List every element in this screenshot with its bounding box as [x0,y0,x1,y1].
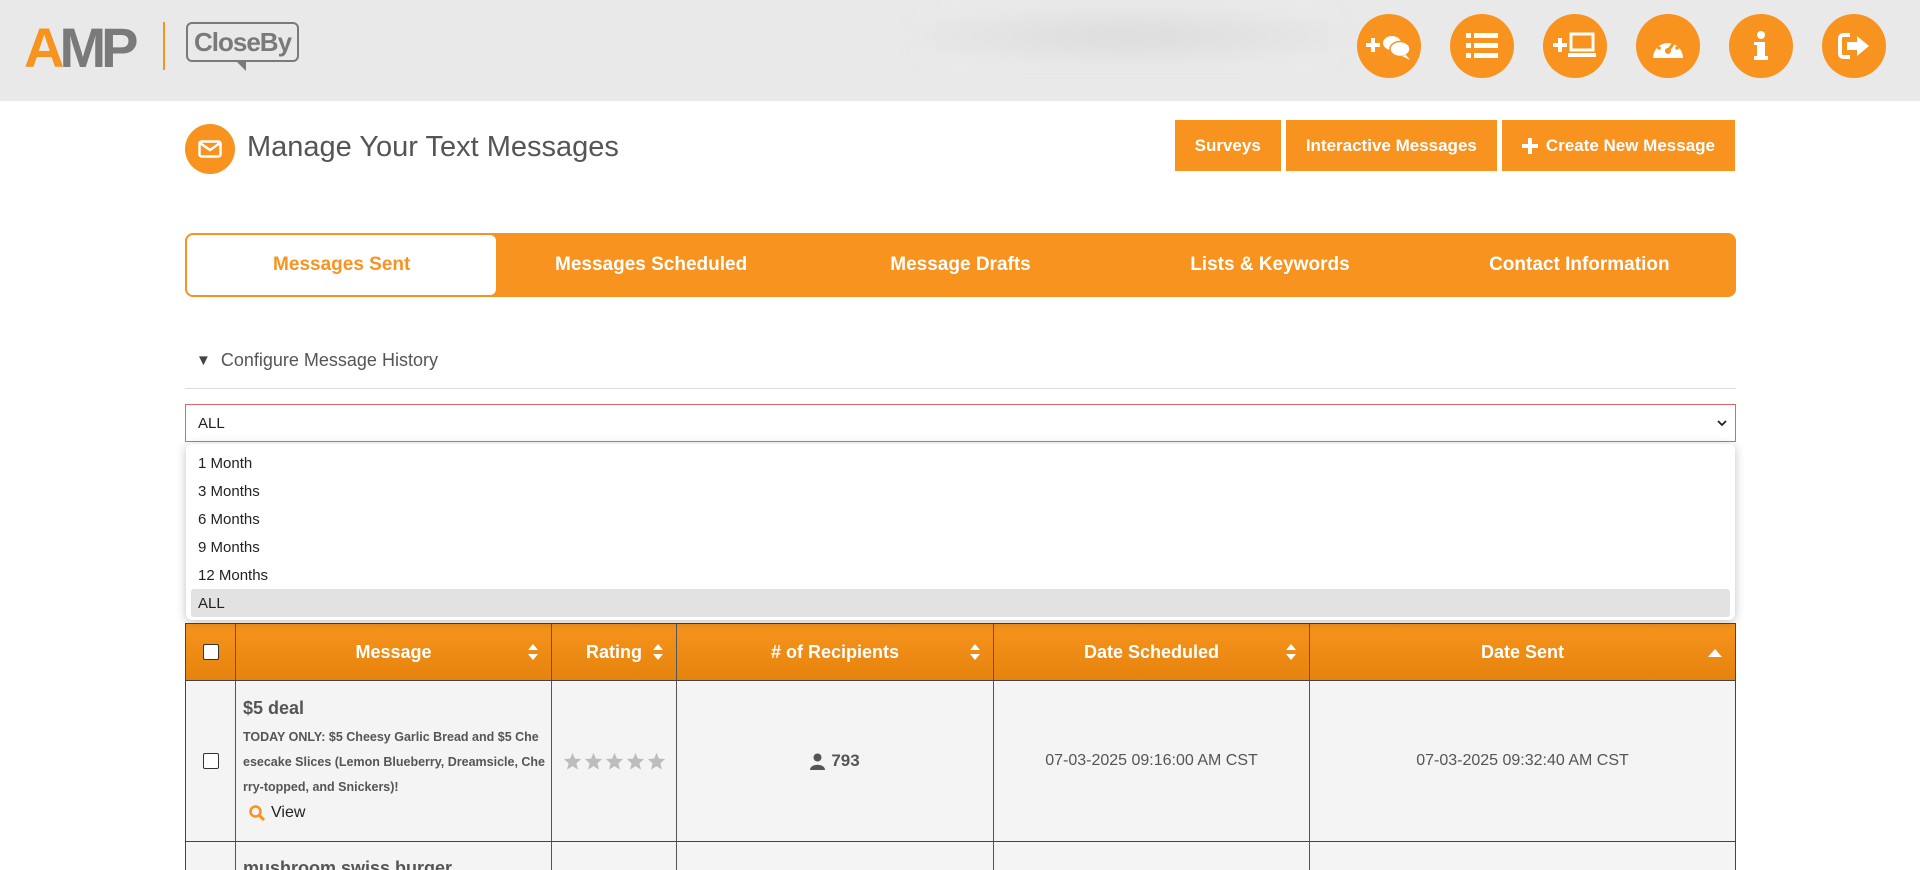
header-date-scheduled[interactable]: Date Scheduled [994,624,1310,680]
add-laptop-icon [1553,32,1596,57]
star-icon [605,752,623,770]
row-select-cell [186,681,236,841]
page-title: Manage Your Text Messages [247,131,619,163]
closeby-logo[interactable]: CloseBy [186,22,300,71]
date-sent-cell: 07-03-2025 09:32:40 AM CST [1416,752,1629,769]
message-title: $5 deal [243,698,305,718]
date-sent-cell [1310,842,1735,870]
header-actions: Surveys Interactive Messages Create New … [1174,120,1735,171]
list-button[interactable] [1450,14,1514,78]
triangle-down-icon: ▼ [196,352,211,369]
info-button[interactable] [1729,14,1793,78]
interactive-messages-button[interactable]: Interactive Messages [1285,120,1497,171]
sort-icon [1286,644,1296,660]
sort-ascending-icon [1708,649,1722,657]
option-3-months[interactable]: 3 Months [191,477,1730,505]
select-all-checkbox[interactable] [202,644,219,660]
dashboard-gauge-icon [1653,36,1683,58]
messages-table: Message Rating # of Recipients Date Sche… [185,623,1736,870]
view-message-link[interactable]: View [249,804,305,822]
recipients-count: 793 [810,751,860,771]
user-icon [810,753,826,770]
message-cell: mushroom swiss burger [236,842,552,870]
table-row: $5 deal TODAY ONLY: $5 Cheesy Garlic Bre… [185,681,1736,842]
sort-icon [528,644,538,660]
recipients-cell: 793 [677,681,994,841]
option-all[interactable]: ALL [191,589,1730,617]
history-range-dropdown: 1 Month 3 Months 6 Months 9 Months 12 Mo… [186,444,1735,620]
message-cell: $5 deal TODAY ONLY: $5 Cheesy Garlic Bre… [236,681,552,841]
header-nav [1357,14,1886,78]
tab-messages-sent[interactable]: Messages Sent [187,235,497,295]
rating-cell [552,842,677,870]
configure-history-toggle[interactable]: ▼ Configure Message History [196,350,438,371]
option-1-month[interactable]: 1 Month [191,449,1730,477]
recipients-cell [677,842,994,870]
date-scheduled-cell: 07-03-2025 09:16:00 AM CST [994,681,1310,841]
header-message[interactable]: Message [236,624,552,680]
history-range-select[interactable]: ALL [185,404,1736,442]
table-row: mushroom swiss burger [185,842,1736,870]
sort-icon [653,644,663,660]
header-date-sent[interactable]: Date Sent [1310,624,1735,680]
amp-logo[interactable]: AMP [24,20,138,76]
logout-button[interactable] [1822,14,1886,78]
add-laptop-button[interactable] [1543,14,1607,78]
option-6-months[interactable]: 6 Months [191,505,1730,533]
add-chat-button[interactable] [1357,14,1421,78]
row-select-cell [186,842,236,870]
star-icon [563,752,581,770]
logo-divider [163,22,165,70]
message-body: TODAY ONLY: $5 Cheesy Garlic Bread and $… [243,730,546,794]
date-scheduled-cell [994,842,1310,870]
logout-icon [1838,33,1869,59]
top-bar: AMP CloseBy [0,0,1920,101]
tab-lists-keywords[interactable]: Lists & Keywords [1115,235,1424,295]
rating-cell [552,681,677,841]
tab-messages-scheduled[interactable]: Messages Scheduled [496,235,805,295]
star-icon [584,752,602,770]
tab-message-drafts[interactable]: Message Drafts [806,235,1115,295]
table-header: Message Rating # of Recipients Date Sche… [185,623,1736,681]
magnifier-icon [249,805,265,821]
info-icon [1754,31,1768,60]
tab-contact-information[interactable]: Contact Information [1425,235,1734,295]
chevron-down-icon [1717,420,1727,427]
envelope-icon [198,140,222,158]
message-tabs: Messages Sent Messages Scheduled Message… [185,233,1736,297]
select-all-cell [186,624,236,680]
list-icon [1466,33,1498,58]
sort-icon [970,644,980,660]
option-9-months[interactable]: 9 Months [191,533,1730,561]
message-title: mushroom swiss burger [243,858,453,870]
header-recipients[interactable]: # of Recipients [677,624,994,680]
option-12-months[interactable]: 12 Months [191,561,1730,589]
surveys-button[interactable]: Surveys [1174,120,1281,171]
blurred-account-info [910,6,1350,66]
create-new-message-button[interactable]: Create New Message [1501,120,1735,171]
header-rating[interactable]: Rating [552,624,677,680]
rating-stars[interactable] [563,752,666,770]
divider [185,388,1736,389]
row-checkbox[interactable] [202,753,219,769]
add-chat-icon [1366,36,1411,60]
star-icon [647,752,665,770]
envelope-title-icon [185,124,235,174]
plus-icon [1521,137,1538,154]
star-icon [626,752,644,770]
dashboard-button[interactable] [1636,14,1700,78]
